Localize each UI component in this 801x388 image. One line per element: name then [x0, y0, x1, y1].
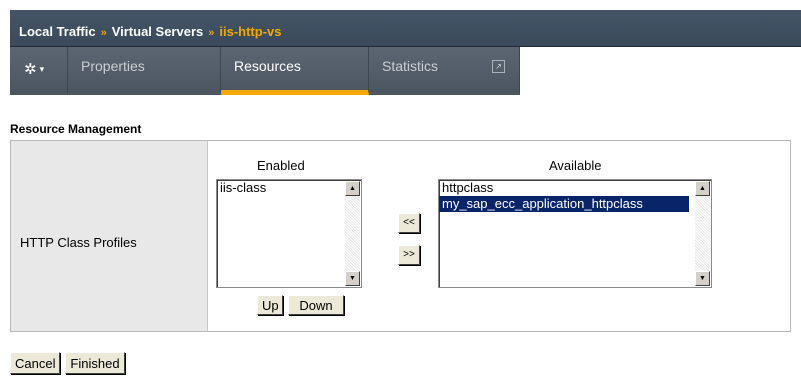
finished-button[interactable]: Finished [65, 352, 125, 374]
tab-label: Properties [81, 58, 145, 74]
enabled-header: Enabled [257, 158, 305, 173]
breadcrumb: Local Traffic » Virtual Servers » iis-http-v… [10, 10, 801, 47]
resource-table: HTTP Class Profiles Enabled Available ii… [10, 140, 791, 332]
scrollbar[interactable]: ▲ ▼ [695, 181, 710, 286]
tab-statistics[interactable]: Statistics ↗ [369, 47, 520, 93]
scroll-up-icon[interactable]: ▲ [345, 181, 360, 196]
tab-bar: ✲ ▾ Properties Resources Statistics ↗ [10, 47, 801, 95]
popout-icon[interactable]: ↗ [492, 60, 505, 73]
move-right-button[interactable]: >> [398, 245, 420, 265]
available-header: Available [549, 158, 602, 173]
move-left-button[interactable]: << [398, 213, 420, 233]
gear-icon: ✲ [24, 60, 37, 78]
breadcrumb-separator: » [100, 27, 107, 39]
scroll-down-icon[interactable]: ▼ [695, 271, 710, 286]
tab-resources[interactable]: Resources [221, 47, 369, 95]
tab-label: Resources [234, 58, 301, 74]
gear-menu-button[interactable]: ✲ ▾ [10, 47, 68, 93]
down-button[interactable]: Down [288, 295, 344, 315]
chevron-down-icon: ▾ [39, 65, 45, 75]
available-listbox[interactable]: httpclass my_sap_ecc_application_httpcla… [438, 179, 712, 288]
enabled-listbox[interactable]: iis-class ▲ ▼ [216, 179, 362, 288]
breadcrumb-current: iis-http-vs [219, 24, 282, 39]
tab-label: Statistics [382, 58, 439, 74]
breadcrumb-virtual-servers[interactable]: Virtual Servers [112, 24, 204, 39]
scrollbar[interactable]: ▲ ▼ [345, 181, 360, 286]
scroll-down-icon[interactable]: ▼ [345, 271, 360, 286]
list-item-selected[interactable]: my_sap_ecc_application_httpclass [439, 196, 689, 212]
list-item[interactable]: httpclass [439, 180, 711, 196]
list-item[interactable]: iis-class [217, 180, 361, 196]
tab-properties[interactable]: Properties [68, 47, 221, 93]
section-title: Resource Management [10, 122, 142, 136]
http-class-profiles-label: HTTP Class Profiles [20, 235, 137, 250]
scroll-up-icon[interactable]: ▲ [695, 181, 710, 196]
up-button[interactable]: Up [257, 295, 283, 315]
tab-strip: ✲ ▾ Properties Resources Statistics ↗ [10, 47, 520, 95]
top-margin [0, 0, 801, 10]
breadcrumb-separator: » [208, 27, 215, 39]
breadcrumb-local-traffic[interactable]: Local Traffic [19, 24, 96, 39]
cancel-button[interactable]: Cancel [10, 352, 60, 374]
label-cell: HTTP Class Profiles [11, 141, 208, 331]
